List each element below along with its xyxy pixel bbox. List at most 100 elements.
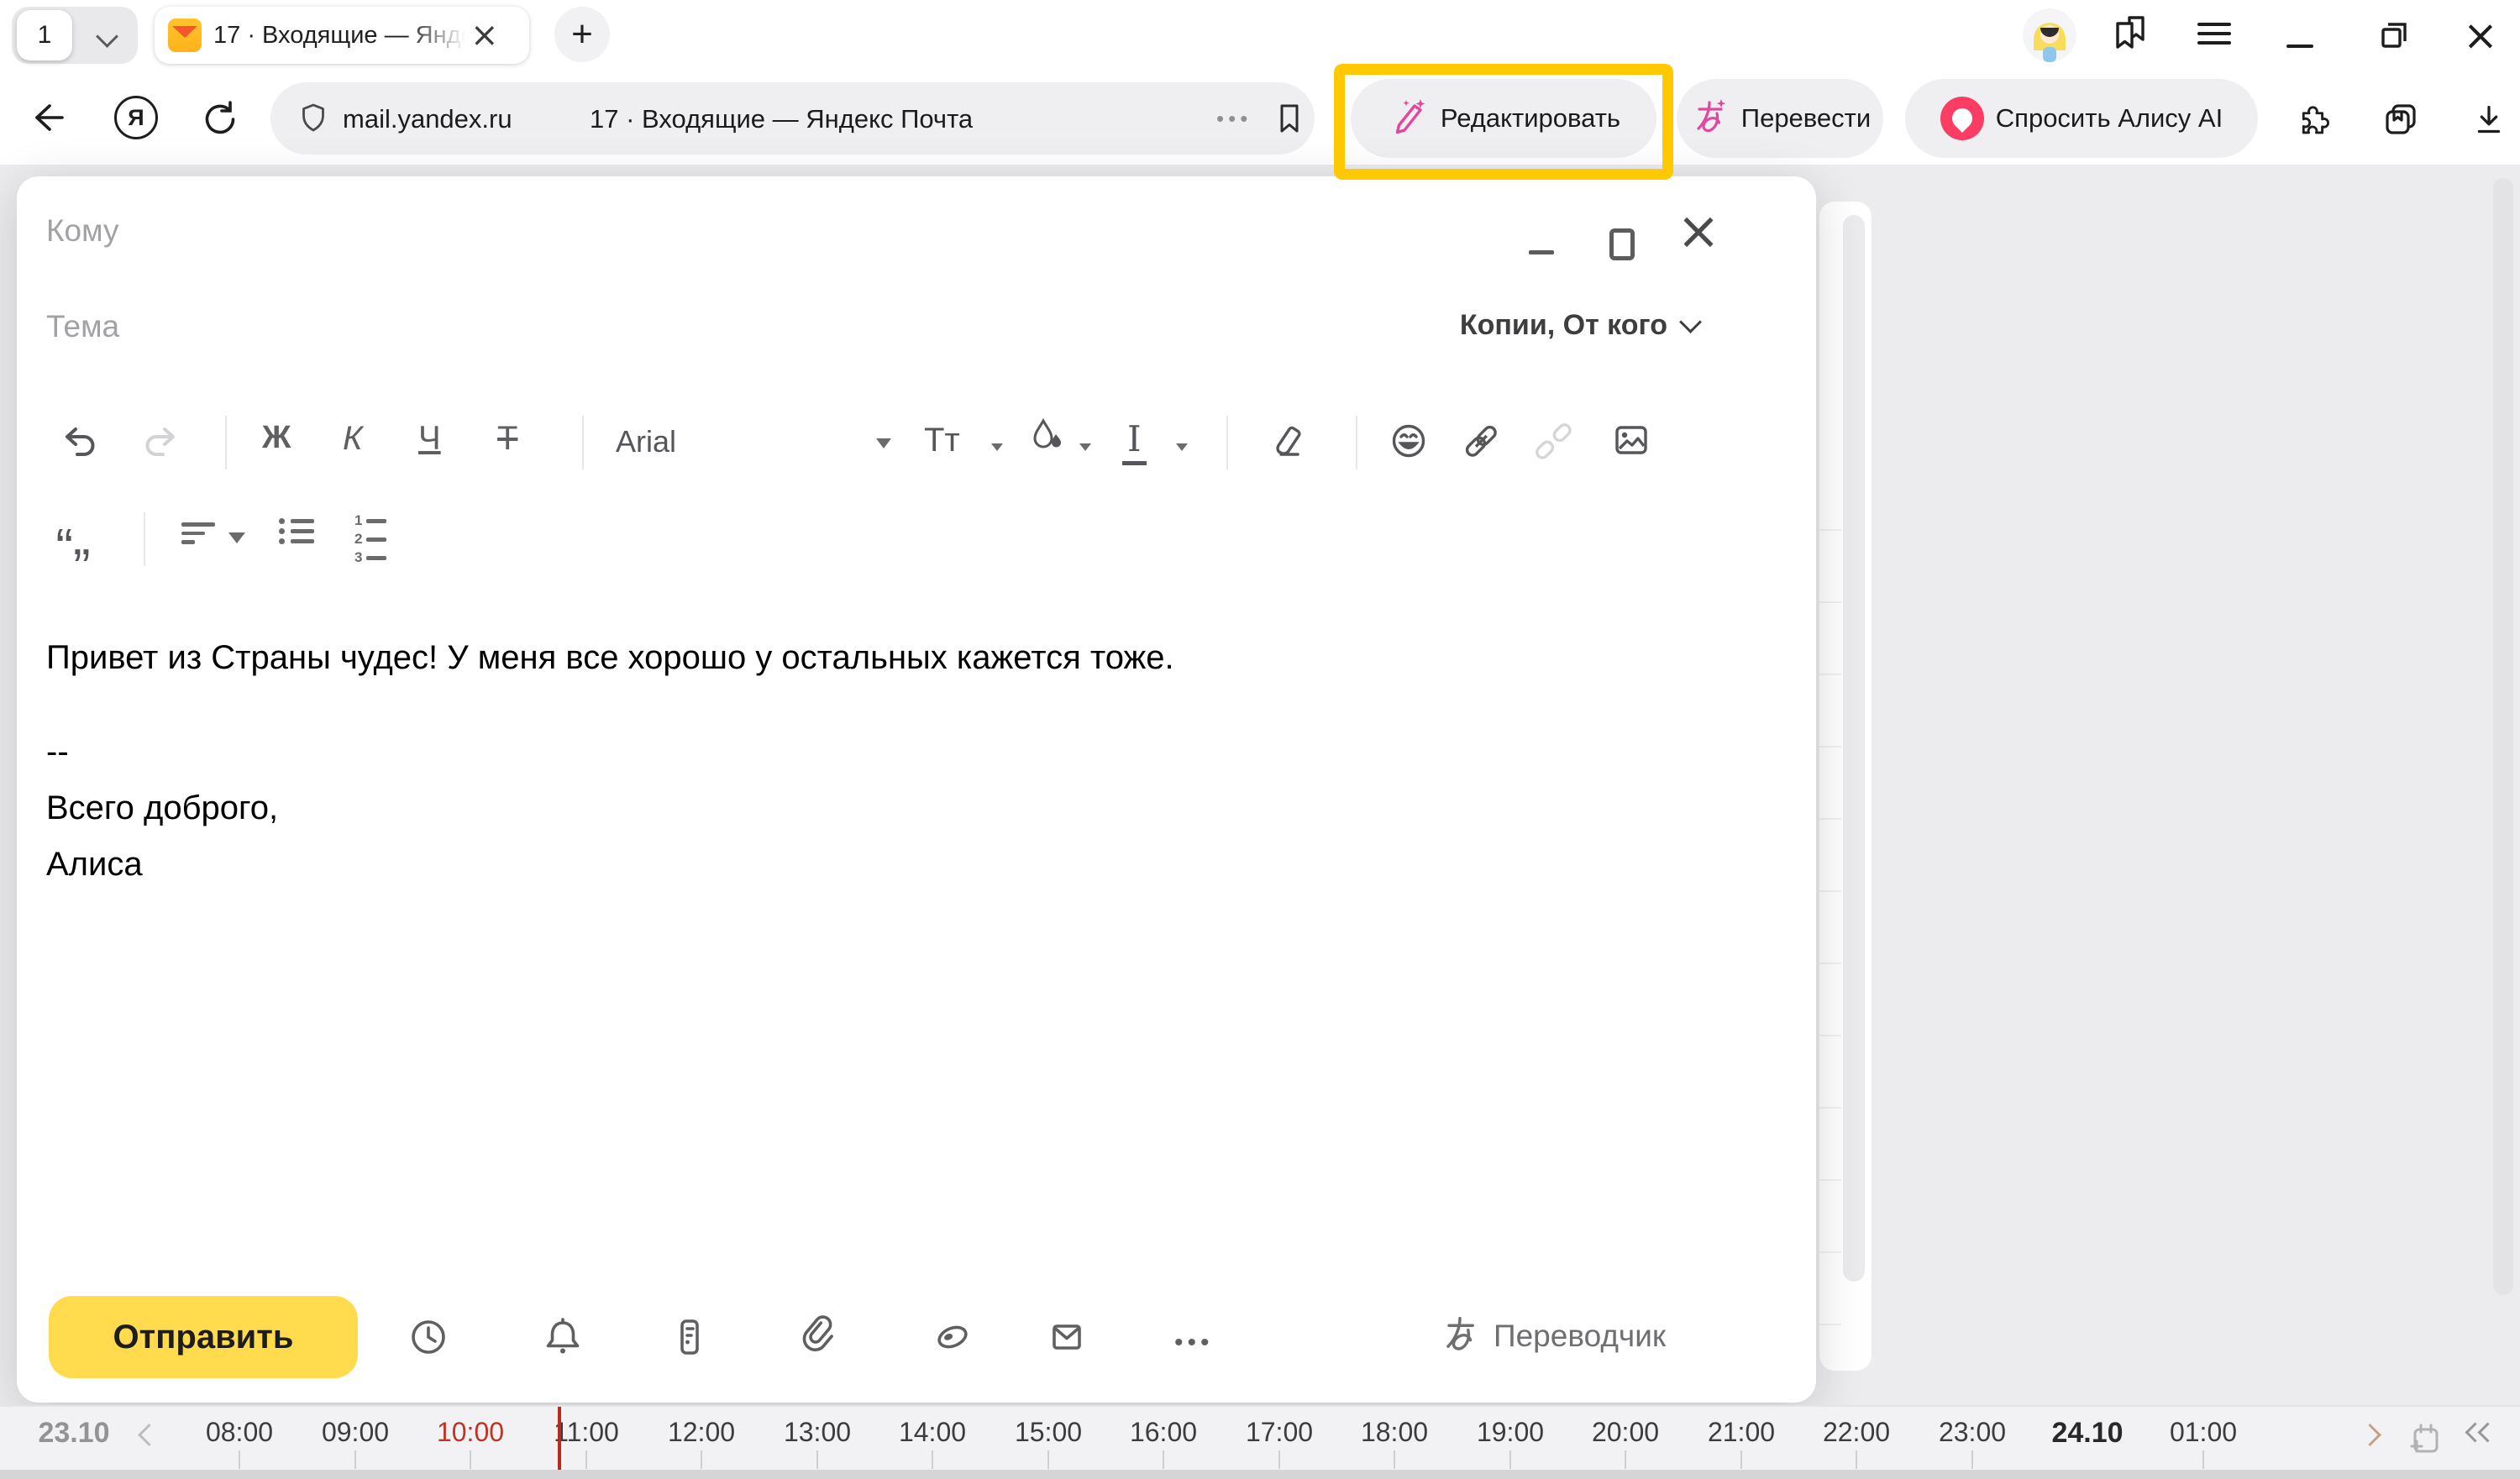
- edit-button[interactable]: Редактировать: [1351, 79, 1656, 158]
- numbered-list-button[interactable]: 1 2 3: [354, 511, 386, 568]
- bookmark-flag-icon[interactable]: [1270, 99, 1309, 142]
- browser-toolbar: Я mail.yandex.ru 17 · Входящие — Яндекс …: [0, 71, 2520, 165]
- underline-button[interactable]: Ч: [418, 420, 441, 458]
- font-size-glyph: Тт: [924, 422, 960, 459]
- tab-counter-group[interactable]: 1: [12, 7, 138, 64]
- mail-favicon-icon: [168, 18, 202, 52]
- timeline-date-right: 24.10: [2051, 1417, 2123, 1450]
- notes-template-icon[interactable]: [667, 1314, 712, 1364]
- font-size-arrow-icon[interactable]: [991, 443, 1003, 451]
- refresh-button[interactable]: [197, 96, 240, 144]
- mail-list-scrollbar[interactable]: [1843, 215, 1865, 1282]
- strikethrough-button[interactable]: Т: [497, 420, 517, 458]
- timeline-time: 15:00: [1015, 1417, 1082, 1448]
- timeline-time: 19:00: [1477, 1417, 1544, 1448]
- url-text[interactable]: mail.yandex.ru: [343, 104, 512, 134]
- active-tab[interactable]: 17 · Входящие — Яндек ×: [155, 7, 529, 64]
- timeline-time: 13:00: [784, 1417, 851, 1448]
- emoji-smiley-icon[interactable]: [1386, 418, 1431, 464]
- ask-alice-button[interactable]: Спросить Алису AI: [1905, 79, 2258, 158]
- collapse-icon[interactable]: [2468, 1425, 2495, 1444]
- yandex-letter: Я: [128, 105, 144, 131]
- undo-button[interactable]: [55, 418, 102, 465]
- window-close-button[interactable]: ×: [2463, 0, 2498, 71]
- avatar[interactable]: [2023, 8, 2076, 62]
- compose-close-button[interactable]: ×: [1677, 205, 1720, 257]
- font-family-arrow-icon[interactable]: [876, 438, 891, 448]
- fill-color-button[interactable]: [1028, 417, 1067, 455]
- reminder-bell-icon[interactable]: [540, 1314, 585, 1364]
- extensions-puzzle-icon[interactable]: [2292, 97, 2334, 144]
- yandex-disk-icon[interactable]: [930, 1314, 975, 1364]
- compose-restore-button[interactable]: [1609, 228, 1635, 260]
- schedule-clock-icon[interactable]: [406, 1314, 451, 1364]
- compose-window: Кому × Тема Копии, От кого Ж К Ч Т Arial…: [17, 176, 1816, 1403]
- timeline-time: 11:00: [554, 1417, 619, 1448]
- bottom-strip: [0, 1470, 2520, 1479]
- timeline-time: 16:00: [1130, 1417, 1197, 1448]
- font-family-select[interactable]: Arial: [616, 424, 676, 459]
- timeline-next-icon[interactable]: [2359, 1424, 2381, 1446]
- font-size-button[interactable]: Тт: [924, 422, 960, 459]
- body-line: Привет из Страны чудес! У меня все хорош…: [46, 630, 1693, 686]
- chevron-down-icon[interactable]: [96, 25, 118, 48]
- redo-button[interactable]: [138, 418, 185, 465]
- timeline-time: 09:00: [322, 1417, 389, 1448]
- calendar-timeline: 23.10 08:00 09:00 10:00 11:00 12:00 13:0…: [0, 1405, 2520, 1470]
- window-minimize-button[interactable]: [2286, 0, 2313, 71]
- page-scrollbar[interactable]: [2493, 178, 2513, 1295]
- text-color-arrow-icon[interactable]: [1176, 443, 1188, 451]
- bullet-list-button[interactable]: [279, 514, 314, 548]
- eraser-button[interactable]: [1262, 418, 1307, 464]
- shield-icon[interactable]: [296, 101, 331, 140]
- unlink-button: [1530, 418, 1576, 464]
- timeline-time: 18:00: [1361, 1417, 1428, 1448]
- window-restore-button[interactable]: [2372, 0, 2416, 71]
- message-body-editor[interactable]: Привет из Страны чудес! У меня все хорош…: [46, 630, 1693, 893]
- align-arrow-icon[interactable]: [228, 532, 245, 543]
- translator-label: Переводчик: [1494, 1319, 1666, 1354]
- insert-image-button[interactable]: [1609, 418, 1655, 464]
- translate-a-icon: [1689, 97, 1730, 141]
- num-1: 1: [354, 512, 366, 529]
- download-icon[interactable]: [2468, 99, 2510, 145]
- timeline-prev-icon[interactable]: [138, 1424, 160, 1446]
- align-button[interactable]: [181, 517, 215, 549]
- quote-close-glyph: ”: [73, 556, 91, 581]
- address-more-icon[interactable]: •••: [1216, 106, 1252, 132]
- timeline-time: 17:00: [1246, 1417, 1313, 1448]
- address-bar[interactable]: mail.yandex.ru 17 · Входящие — Яндекс По…: [270, 82, 1315, 155]
- bookmarks-panel-icon[interactable]: [2107, 10, 2154, 61]
- body-blank-line: [46, 686, 1693, 724]
- collections-icon[interactable]: [2379, 97, 2423, 145]
- to-field[interactable]: Кому: [46, 213, 118, 249]
- timeline-date-left: 23.10: [38, 1417, 109, 1450]
- link-button[interactable]: [1458, 418, 1504, 464]
- translator-button[interactable]: Переводчик: [1438, 1312, 1666, 1360]
- yandex-logo-button[interactable]: Я: [114, 96, 158, 139]
- calendar-add-icon[interactable]: [2404, 1419, 2446, 1465]
- back-button[interactable]: [27, 96, 71, 144]
- tab-counter[interactable]: 1: [17, 10, 72, 60]
- timeline-time: 12:00: [668, 1417, 735, 1448]
- num-3: 3: [354, 549, 366, 566]
- envelope-icon[interactable]: [1044, 1314, 1089, 1364]
- edit-button-label: Редактировать: [1441, 103, 1620, 134]
- quote-button[interactable]: “ ”: [39, 511, 107, 569]
- timeline-time: 08:00: [206, 1417, 273, 1448]
- cc-from-toggle[interactable]: Копии, От кого: [1460, 309, 1698, 342]
- italic-button[interactable]: К: [343, 420, 363, 458]
- timeline-time: 21:00: [1708, 1417, 1775, 1448]
- new-tab-button[interactable]: +: [554, 7, 610, 62]
- translate-button[interactable]: Перевести: [1677, 79, 1883, 158]
- more-actions-icon[interactable]: •••: [1174, 1329, 1214, 1357]
- subject-field[interactable]: Тема: [46, 309, 119, 344]
- tab-close-icon[interactable]: ×: [470, 18, 499, 52]
- attach-paperclip-icon[interactable]: [793, 1314, 838, 1364]
- fill-color-arrow-icon[interactable]: [1079, 443, 1091, 451]
- compose-minimize-button[interactable]: [1529, 250, 1554, 254]
- bold-button[interactable]: Ж: [262, 420, 291, 456]
- text-color-button[interactable]: I: [1122, 418, 1147, 465]
- send-button[interactable]: Отправить: [49, 1296, 358, 1378]
- alice-circle-icon: [1940, 97, 1984, 140]
